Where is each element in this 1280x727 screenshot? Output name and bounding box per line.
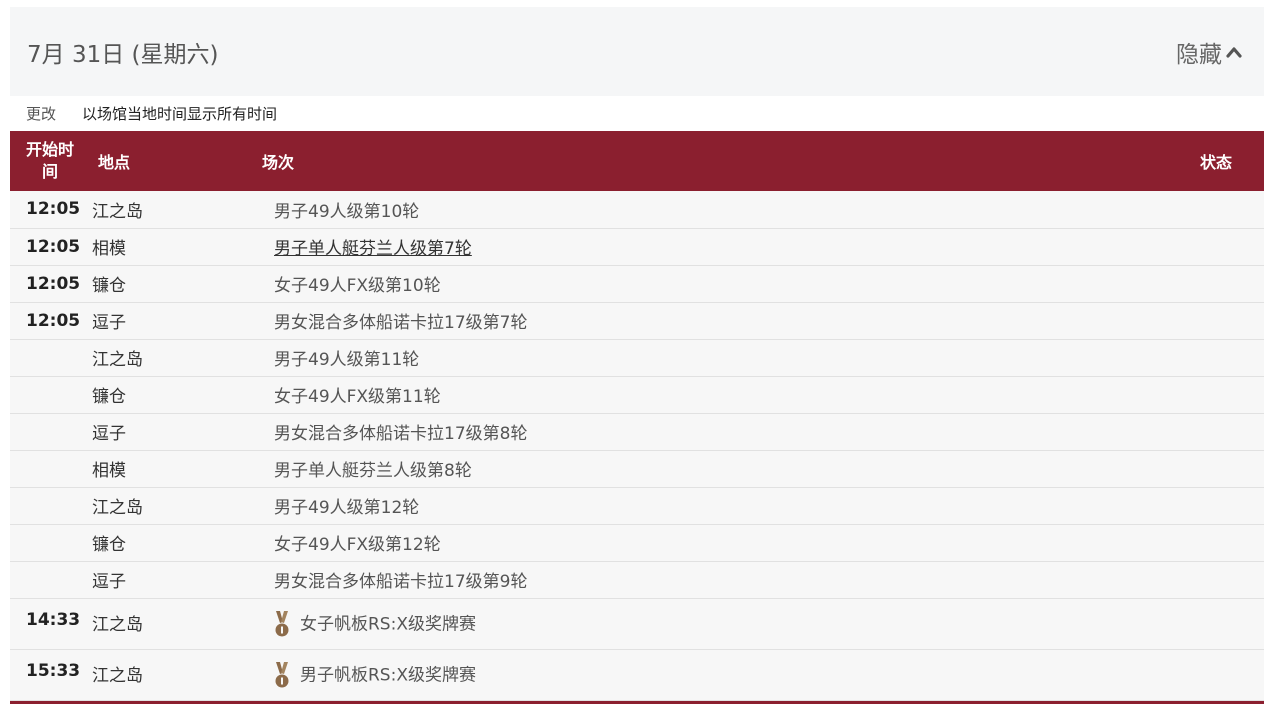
timezone-bar: 更改 以场馆当地时间显示所有时间: [10, 96, 1264, 131]
row-event-cell: 男子49人级第12轮: [262, 487, 1144, 524]
row-location: 镰仓: [92, 387, 126, 407]
row-start-time: [10, 524, 92, 561]
row-location: 相模: [92, 239, 126, 259]
row-event-cell: 男子49人级第11轮: [262, 339, 1144, 376]
timezone-change-link[interactable]: 更改: [26, 103, 56, 124]
header-status: 状态: [1199, 153, 1232, 172]
header-start-time-label: 开始时间: [25, 140, 74, 181]
event-link[interactable]: 男子单人艇芬兰人级第7轮: [274, 239, 472, 259]
event-name: 男女混合多体船诺卡拉17级第9轮: [274, 572, 528, 592]
row-location: 逗子: [92, 424, 126, 444]
row-status: [1144, 191, 1264, 228]
row-start-time: [10, 561, 92, 598]
row-start-time: [10, 339, 92, 376]
row-event-cell: 男女混合多体船诺卡拉17级第7轮: [262, 302, 1144, 339]
row-start-time: [10, 487, 92, 524]
header-location: 地点: [98, 153, 131, 172]
row-status: [1144, 228, 1264, 265]
row-status: [1144, 561, 1264, 598]
row-status: [1144, 376, 1264, 413]
table-row: 相模 男子单人艇芬兰人级第8轮: [10, 450, 1264, 487]
event-name: 女子49人FX级第10轮: [274, 276, 441, 296]
row-event-cell: 女子帆板RS:X级奖牌赛: [262, 598, 1144, 649]
header-start-time: 开始时间: [10, 131, 92, 191]
row-location: 逗子: [92, 313, 126, 333]
table-row: 12:05 镰仓 女子49人FX级第10轮: [10, 265, 1264, 302]
event-name: 女子49人FX级第11轮: [274, 387, 441, 407]
row-event-cell: 女子49人FX级第10轮: [262, 265, 1144, 302]
row-start-time: [10, 413, 92, 450]
header-event: 场次: [262, 153, 295, 172]
row-event-cell: 男女混合多体船诺卡拉17级第9轮: [262, 561, 1144, 598]
table-row: 12:05 逗子 男女混合多体船诺卡拉17级第7轮: [10, 302, 1264, 339]
row-location: 江之岛: [92, 350, 143, 370]
row-event-cell: 男子单人艇芬兰人级第8轮: [262, 450, 1144, 487]
table-row: 镰仓 女子49人FX级第12轮: [10, 524, 1264, 561]
event-name: 男子49人级第10轮: [274, 201, 420, 222]
table-row: 14:33 江之岛 女子帆板RS:X级奖牌赛: [10, 598, 1264, 649]
row-location: 镰仓: [92, 276, 126, 296]
row-location: 江之岛: [92, 665, 143, 686]
table-header-row: 开始时间 地点 场次 状态: [10, 131, 1264, 191]
medal-icon: [274, 610, 290, 643]
table-row: 12:05 相模 男子单人艇芬兰人级第7轮: [10, 228, 1264, 265]
row-location: 江之岛: [92, 498, 143, 518]
row-event-cell: 女子49人FX级第12轮: [262, 524, 1144, 561]
event-name: 女子帆板RS:X级奖牌赛: [300, 614, 476, 634]
event-name: 女子49人FX级第12轮: [274, 535, 441, 555]
event-name: 男女混合多体船诺卡拉17级第8轮: [274, 424, 528, 444]
row-status: [1144, 649, 1264, 700]
row-location: 江之岛: [92, 201, 143, 222]
row-start-time: 12:05: [26, 236, 81, 257]
row-status: [1144, 450, 1264, 487]
row-event-cell: 男子帆板RS:X级奖牌赛: [262, 649, 1144, 700]
row-start-time: 12:05: [26, 310, 81, 331]
row-start-time: 12:05: [26, 273, 81, 294]
row-start-time: 12:05: [26, 199, 81, 220]
row-event-cell: 女子49人FX级第11轮: [262, 376, 1144, 413]
row-location: 江之岛: [92, 614, 143, 635]
schedule-table: 开始时间 地点 场次 状态 12:05 江之岛 男子49人级第10轮 12:05 相模男…: [10, 131, 1264, 701]
row-status: [1144, 524, 1264, 561]
row-start-time: [10, 450, 92, 487]
day-title: 7月 31日 (星期六): [27, 41, 219, 68]
row-start-time: [10, 376, 92, 413]
hide-toggle-button[interactable]: 隐藏: [1176, 35, 1242, 69]
event-name: 男子帆板RS:X级奖牌赛: [300, 665, 476, 685]
row-status: [1144, 598, 1264, 649]
table-row: 逗子 男女混合多体船诺卡拉17级第9轮: [10, 561, 1264, 598]
table-row: 12:05 江之岛 男子49人级第10轮: [10, 191, 1264, 228]
row-event-cell: 男女混合多体船诺卡拉17级第8轮: [262, 413, 1144, 450]
row-location: 镰仓: [92, 535, 126, 555]
table-row: 15:33 江之岛 男子帆板RS:X级奖牌赛: [10, 649, 1264, 700]
table-row: 江之岛 男子49人级第11轮: [10, 339, 1264, 376]
row-location: 逗子: [92, 572, 126, 592]
event-name: 男子49人级第11轮: [274, 350, 420, 370]
table-row: 镰仓 女子49人FX级第11轮: [10, 376, 1264, 413]
row-event-cell: 男子49人级第10轮: [262, 191, 1144, 228]
table-bottom-border: [10, 700, 1264, 704]
schedule-rows: 12:05 江之岛 男子49人级第10轮 12:05 相模 男子单人艇芬兰人级第7轮 12:…: [10, 191, 1264, 700]
row-event-cell: 男子单人艇芬兰人级第7轮: [262, 228, 1144, 265]
row-start-time: 14:33: [26, 609, 81, 630]
schedule-panel: 7月 31日 (星期六) 隐藏 更改 以场馆当地时间显示所有时间 开始时间 地点…: [10, 7, 1264, 704]
row-status: [1144, 265, 1264, 302]
medal-icon: [274, 661, 290, 694]
row-start-time: 15:33: [26, 660, 81, 681]
event-name: 男子单人艇芬兰人级第8轮: [274, 461, 472, 481]
event-name: 男女混合多体船诺卡拉17级第7轮: [274, 313, 528, 333]
table-row: 逗子 男女混合多体船诺卡拉17级第8轮: [10, 413, 1264, 450]
row-status: [1144, 487, 1264, 524]
row-status: [1144, 339, 1264, 376]
day-header: 7月 31日 (星期六) 隐藏: [10, 7, 1264, 96]
chevron-up-icon: [1226, 46, 1242, 58]
hide-toggle-label: 隐藏: [1176, 41, 1222, 68]
row-status: [1144, 413, 1264, 450]
row-status: [1144, 302, 1264, 339]
row-location: 相模: [92, 461, 126, 481]
event-name: 男子49人级第12轮: [274, 498, 420, 518]
timezone-note: 以场馆当地时间显示所有时间: [82, 105, 278, 123]
table-row: 江之岛 男子49人级第12轮: [10, 487, 1264, 524]
